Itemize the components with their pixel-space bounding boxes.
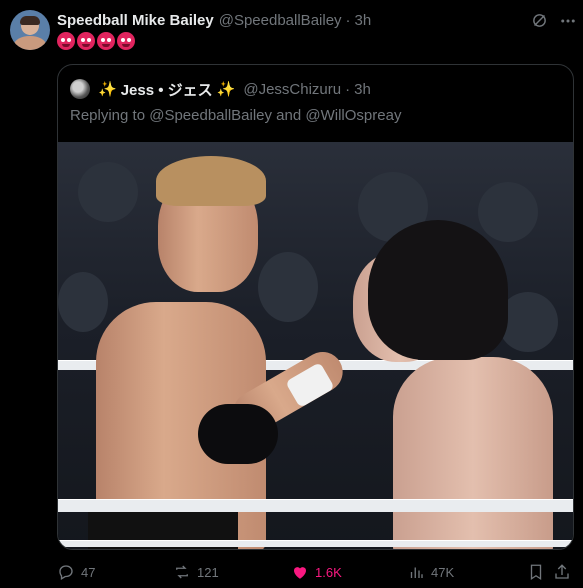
crowd-shape (478, 182, 538, 242)
share-button[interactable] (553, 560, 571, 584)
header-separator: · (345, 11, 351, 29)
views-icon (410, 567, 423, 578)
angry-face-icon (97, 32, 115, 50)
angry-face-icon (77, 32, 95, 50)
repost-icon (176, 565, 188, 579)
bookmark-button[interactable] (527, 560, 545, 584)
repost-count: 121 (197, 564, 219, 580)
wrestler-left-hair (156, 156, 266, 206)
sparkle-icon: ✨ (98, 81, 117, 98)
views-count: 47K (431, 564, 455, 580)
more-icon[interactable] (559, 12, 577, 30)
avatar[interactable] (10, 10, 50, 50)
angry-face-icon (117, 32, 135, 50)
reply-count: 47 (81, 564, 96, 580)
angry-face-icon (57, 32, 75, 50)
crowd-shape (258, 252, 318, 322)
quoted-name[interactable]: Jess • ジェス (121, 79, 213, 100)
repost-button[interactable]: 121 (173, 560, 219, 584)
views-button[interactable]: 47K (407, 560, 454, 584)
like-count: 1.6K (315, 564, 342, 580)
tweet[interactable]: Speedball Mike Bailey @SpeedballBailey ·… (0, 0, 583, 588)
quoted-avatar[interactable] (70, 79, 90, 99)
replying-to: Replying to @SpeedballBailey and @WillOs… (70, 107, 402, 124)
quoted-photo[interactable] (58, 142, 573, 549)
wrestler-right-hair (368, 220, 508, 360)
tweet-header: Speedball Mike Bailey @SpeedballBailey ·… (57, 10, 371, 30)
quoted-tweet[interactable]: ✨ Jess • ジェス ✨ @JessChizuru · 3h Replyin… (57, 64, 574, 550)
author-name[interactable]: Speedball Mike Bailey (57, 12, 214, 29)
share-icon (555, 564, 569, 579)
quoted-header: ✨ Jess • ジェス ✨ @JessChizuru · 3h (70, 79, 371, 99)
elbow-pad (198, 404, 278, 464)
quoted-handle[interactable]: @JessChizuru (243, 81, 341, 98)
grok-icon[interactable] (531, 12, 548, 29)
sparkle-icon: ✨ (216, 81, 236, 98)
reply-icon (59, 565, 73, 580)
bookmark-icon (530, 564, 542, 581)
crowd-shape (78, 162, 138, 222)
ring-rope (58, 499, 573, 512)
tweet-text (57, 32, 135, 50)
avatar-hair (20, 16, 40, 25)
like-icon (294, 567, 306, 579)
ring-rope (58, 540, 573, 547)
author-handle[interactable]: @SpeedballBailey (219, 12, 342, 29)
tweet-actions: 47 121 1.6K 47K (57, 560, 575, 584)
avatar-body (14, 36, 46, 50)
tweet-time[interactable]: 3h (355, 12, 372, 29)
reply-button[interactable]: 47 (57, 560, 95, 584)
wrestler-right-body (393, 357, 553, 549)
crowd-shape (58, 272, 108, 332)
quoted-separator: · (345, 80, 351, 98)
like-button[interactable]: 1.6K (291, 560, 342, 584)
quoted-time[interactable]: 3h (354, 81, 371, 98)
